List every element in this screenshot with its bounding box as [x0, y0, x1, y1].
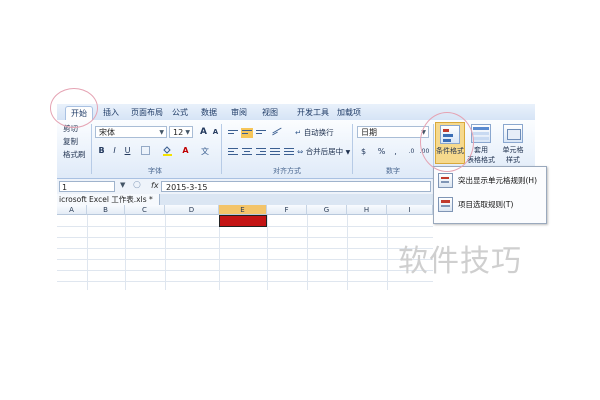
tab-page-layout[interactable]: 页面布局: [129, 106, 165, 119]
copy-button[interactable]: 复制: [63, 136, 78, 147]
column-header-h[interactable]: H: [347, 205, 387, 215]
gridline: [57, 270, 433, 271]
name-box-dropdown-icon[interactable]: ▼: [120, 181, 125, 189]
font-name-value: 宋体: [99, 128, 115, 137]
selected-cell-e1[interactable]: [219, 215, 267, 227]
align-top-icon[interactable]: [227, 128, 239, 138]
alignment-group-label: 对齐方式: [273, 167, 301, 175]
column-header-c[interactable]: C: [125, 205, 165, 215]
increase-decimal-icon[interactable]: .0: [405, 145, 418, 158]
gridline: [57, 259, 433, 260]
menu-item-highlight-cells-rules[interactable]: 突出显示单元格规则(H): [434, 169, 546, 191]
align-left-icon[interactable]: [227, 146, 239, 156]
increase-indent-icon[interactable]: [283, 146, 295, 156]
merge-icon: ⇔: [297, 147, 304, 156]
workbook-tab[interactable]: icrosoft Excel 工作表.xls *: [57, 194, 160, 205]
wrap-text-label: 自动换行: [303, 128, 334, 137]
svg-text:文: 文: [201, 146, 209, 156]
watermark-text: 软件技巧: [398, 244, 522, 279]
cell-styles-label-1: 单元格: [502, 146, 524, 154]
cell-styles-button[interactable]: 单元格 样式: [499, 124, 527, 165]
name-box[interactable]: 1: [59, 181, 115, 192]
number-group-label: 数字: [386, 167, 400, 175]
merge-center-label: 合并后居中: [305, 147, 344, 156]
cell-styles-label-2: 样式: [506, 156, 520, 164]
table-style-icon: [471, 124, 491, 143]
wrap-text-button[interactable]: ↵ 自动换行: [295, 127, 334, 138]
menu-item-label: 突出显示单元格规则(H): [458, 176, 537, 185]
percent-button[interactable]: %: [375, 145, 388, 158]
border-icon: [141, 146, 150, 155]
align-middle-icon[interactable]: [241, 128, 253, 138]
menu-item-label: 项目选取规则(T): [458, 200, 514, 209]
wrap-text-icon: ↵: [295, 128, 302, 137]
align-bottom-icon[interactable]: [255, 128, 267, 138]
font-name-select[interactable]: 宋体 ▼: [95, 126, 167, 138]
tab-review[interactable]: 审阅: [229, 106, 249, 119]
chevron-down-icon: ▼: [345, 149, 351, 156]
format-painter-button[interactable]: 格式刷: [63, 149, 86, 160]
font-color-button[interactable]: A: [179, 144, 192, 157]
cell-styles-icon: [503, 124, 523, 143]
annotation-circle-home-tab: [50, 88, 98, 128]
top-bottom-rules-icon: [438, 197, 453, 212]
gridline: [57, 281, 433, 282]
tab-data[interactable]: 数据: [199, 106, 219, 119]
align-center-icon[interactable]: [241, 146, 253, 156]
column-header-b[interactable]: B: [87, 205, 125, 215]
orientation-icon[interactable]: [271, 127, 283, 138]
number-format-value: 日期: [361, 128, 377, 137]
group-separator: [221, 124, 222, 174]
group-separator: [352, 124, 353, 174]
gridline: [57, 237, 433, 238]
expand-icon: ○: [133, 180, 141, 190]
tab-formulas[interactable]: 公式: [170, 106, 190, 119]
tab-insert[interactable]: 插入: [101, 106, 121, 119]
underline-button[interactable]: U: [121, 144, 134, 157]
formula-input[interactable]: 2015-3-15: [161, 181, 431, 192]
merge-center-button[interactable]: ⇔ 合并后居中 ▼: [297, 146, 350, 157]
font-group-label: 字体: [148, 167, 162, 175]
highlight-rules-icon: [438, 173, 453, 188]
tab-developer[interactable]: 开发工具: [295, 106, 331, 119]
group-separator: [91, 124, 92, 174]
column-header-d[interactable]: D: [165, 205, 219, 215]
tab-view[interactable]: 视图: [260, 106, 280, 119]
font-size-select[interactable]: 12 ▼: [169, 126, 193, 138]
column-header-e[interactable]: E: [219, 205, 267, 215]
column-header-f[interactable]: F: [267, 205, 307, 215]
font-size-value: 12: [173, 128, 184, 137]
align-right-icon[interactable]: [255, 146, 267, 156]
number-format-select[interactable]: 日期 ▼: [357, 126, 429, 138]
column-header-a[interactable]: A: [57, 205, 87, 215]
tab-add-ins[interactable]: 加载项: [335, 106, 363, 119]
insert-function-button[interactable]: fx: [151, 181, 159, 190]
gridline: [57, 248, 433, 249]
border-button[interactable]: [139, 144, 152, 157]
column-header-i[interactable]: I: [387, 205, 433, 215]
bold-button[interactable]: B: [95, 144, 108, 157]
paint-bucket-icon: [163, 146, 172, 156]
decrease-indent-icon[interactable]: [269, 146, 281, 156]
column-header-g[interactable]: G: [307, 205, 347, 215]
italic-button[interactable]: I: [108, 144, 121, 157]
chevron-down-icon: ▼: [185, 129, 190, 136]
phonetic-icon: 文: [201, 146, 209, 156]
comma-button[interactable]: ,: [389, 145, 402, 158]
conditional-formatting-menu: 突出显示单元格规则(H) 项目选取规则(T): [433, 166, 547, 224]
menu-item-top-bottom-rules[interactable]: 项目选取规则(T): [434, 193, 546, 215]
fill-color-button[interactable]: [161, 144, 174, 157]
currency-button[interactable]: $: [357, 145, 370, 158]
phonetic-button[interactable]: 文: [199, 144, 212, 157]
chevron-down-icon: ▼: [159, 129, 164, 136]
annotation-circle-conditional-formatting: [420, 112, 474, 172]
